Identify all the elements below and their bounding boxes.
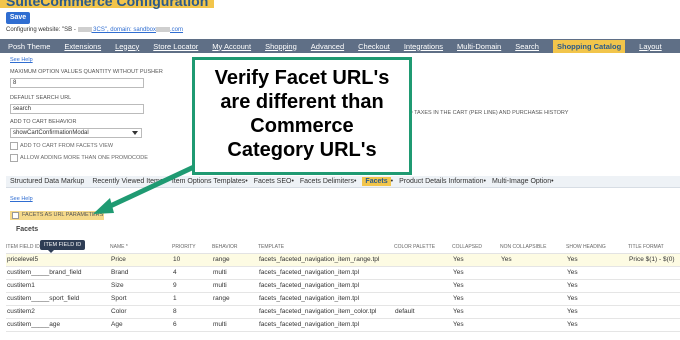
annotation-callout: Verify Facet URL's are different than Comm… — [192, 57, 412, 175]
callout-line: Category URL's — [227, 139, 377, 161]
callout-line: Verify Facet URL's — [214, 67, 390, 89]
callout-line: Commerce — [250, 115, 354, 137]
callout-line: are different than — [220, 91, 384, 113]
